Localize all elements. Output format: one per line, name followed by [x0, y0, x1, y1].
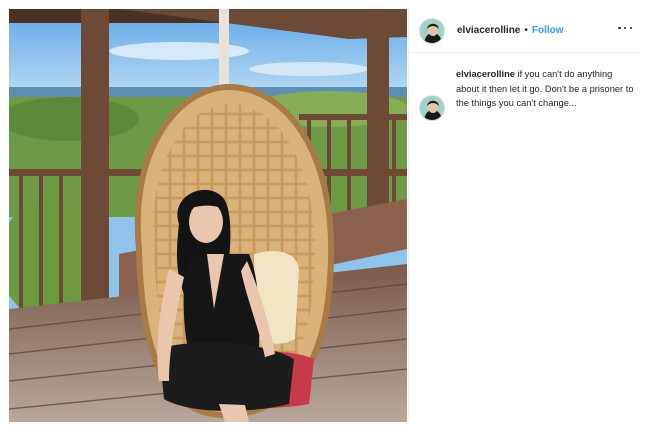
header-separator: •	[524, 25, 528, 36]
instagram-post-frame: elviacerolline • Follow elviacerolline i…	[0, 0, 650, 430]
caption-text: elviacerolline if you can't do anything …	[456, 67, 634, 111]
follow-button[interactable]: Follow	[532, 25, 564, 36]
more-options-icon[interactable]	[618, 23, 632, 33]
more-dot	[618, 26, 621, 30]
author-avatar[interactable]	[419, 17, 445, 44]
caption-comment: elviacerolline if you can't do anything …	[419, 67, 634, 121]
post-photo[interactable]	[9, 9, 407, 422]
author-username[interactable]: elviacerolline	[457, 25, 520, 36]
caption-author-avatar[interactable]	[419, 95, 445, 121]
post-sidebar: elviacerolline • Follow elviacerolline i…	[408, 9, 640, 422]
avatar-image	[420, 96, 444, 120]
avatar-image	[420, 18, 444, 43]
photo-illustration	[9, 9, 407, 422]
more-dot	[623, 26, 627, 30]
caption-username[interactable]: elviacerolline	[456, 69, 515, 79]
post-header: elviacerolline • Follow	[409, 9, 640, 53]
more-dot	[629, 26, 632, 30]
